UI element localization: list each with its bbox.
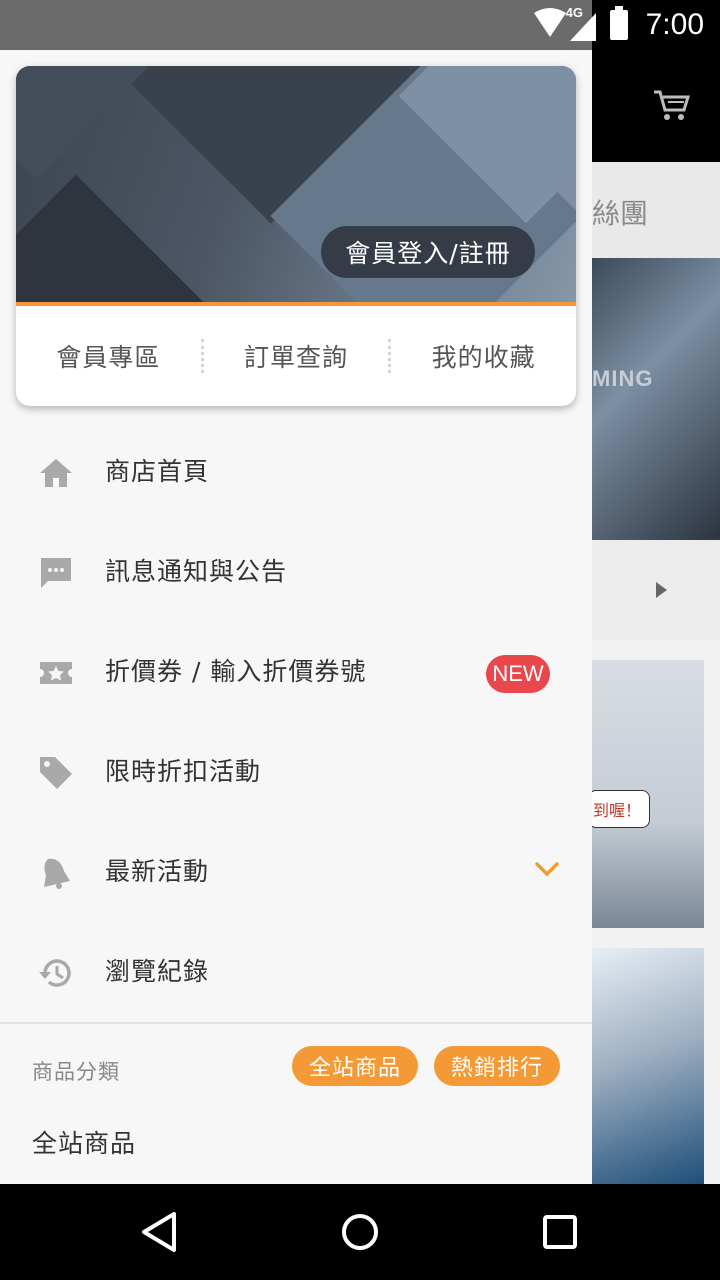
recents-icon[interactable]	[534, 1206, 586, 1258]
chat-icon	[38, 555, 74, 591]
bell-icon	[38, 855, 74, 891]
chevron-down-icon[interactable]	[534, 860, 560, 882]
favorites-link[interactable]: 我的收藏	[391, 338, 576, 374]
section-divider	[0, 1022, 592, 1024]
background-toolbar	[592, 50, 720, 162]
cart-icon[interactable]	[652, 88, 691, 126]
category-item-all-products[interactable]: 全站商品	[32, 1124, 136, 1160]
home-button-icon[interactable]	[334, 1206, 386, 1258]
background-banner-text: MING	[592, 366, 654, 391]
background-banner: MING	[592, 258, 720, 540]
background-row	[592, 540, 720, 640]
banner-pattern	[16, 174, 218, 302]
status-bar: 4G 7:00	[0, 0, 720, 50]
clock: 7:00	[645, 8, 704, 41]
back-icon[interactable]	[134, 1206, 186, 1258]
history-icon	[38, 955, 74, 991]
play-arrow-icon	[656, 582, 667, 598]
member-area-link[interactable]: 會員專區	[16, 338, 201, 374]
menu-item-label: 商店首頁	[105, 457, 210, 486]
status-bar-scrim	[0, 0, 592, 50]
drawer-menu: 商店首頁 訊息通知與公告 折價券 / 輸入折價券號 NEW 限時折扣活動 最新活…	[0, 422, 592, 1022]
background-tab-label: 絲團	[592, 197, 649, 230]
login-register-button[interactable]: 會員登入/註冊	[321, 226, 535, 278]
background-card: 到喔！	[592, 660, 704, 928]
category-header: 商品分類	[32, 1060, 120, 1084]
navigation-drawer: 會員登入/註冊 會員專區 訂單查詢 我的收藏 商店首頁 訊息通知與公告 折價券	[0, 50, 592, 1184]
background-app: 絲團 MING 到喔！	[592, 50, 720, 1184]
background-card	[592, 948, 704, 1184]
all-products-pill[interactable]: 全站商品	[292, 1046, 418, 1086]
menu-item-latest-events[interactable]: 最新活動	[0, 822, 592, 922]
menu-item-label: 訊息通知與公告	[105, 557, 288, 586]
menu-item-label: 限時折扣活動	[105, 757, 262, 786]
background-tab-bar: 絲團	[592, 162, 720, 258]
quick-links: 會員專區 訂單查詢 我的收藏	[16, 306, 576, 406]
menu-item-notifications[interactable]: 訊息通知與公告	[0, 522, 592, 622]
system-navigation-bar	[0, 1184, 720, 1280]
new-badge: NEW	[486, 655, 550, 693]
background-badge: 到喔！	[592, 790, 651, 828]
ticket-icon	[38, 655, 74, 691]
banner-pattern	[16, 66, 150, 180]
menu-item-store-home[interactable]: 商店首頁	[0, 422, 592, 522]
menu-item-label: 折價券 / 輸入折價券號	[105, 657, 367, 686]
profile-card: 會員登入/註冊 會員專區 訂單查詢 我的收藏	[16, 66, 576, 406]
tag-icon	[38, 755, 74, 791]
menu-item-flash-sale[interactable]: 限時折扣活動	[0, 722, 592, 822]
network-type-label: 4G	[565, 5, 583, 20]
menu-item-label: 瀏覽紀錄	[105, 957, 210, 986]
battery-icon	[609, 6, 628, 40]
network-icon: 4G	[532, 5, 600, 43]
best-sellers-pill[interactable]: 熱銷排行	[434, 1046, 560, 1086]
menu-item-browse-history[interactable]: 瀏覽紀錄	[0, 922, 592, 1022]
menu-item-coupons[interactable]: 折價券 / 輸入折價券號 NEW	[0, 622, 592, 722]
menu-item-label: 最新活動	[105, 857, 210, 886]
home-icon	[38, 455, 74, 491]
order-lookup-link[interactable]: 訂單查詢	[204, 338, 389, 374]
